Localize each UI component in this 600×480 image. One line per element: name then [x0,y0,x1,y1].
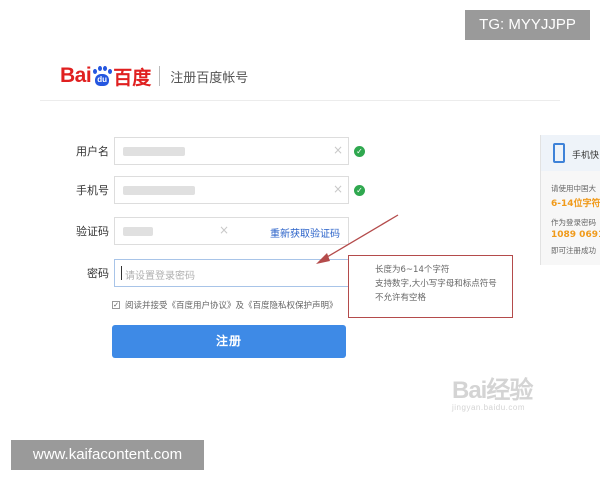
register-button[interactable]: 注册 [112,325,346,358]
watermark-brand: Bai经验 [452,377,533,404]
side-panel-text: 即可注册成功 [551,246,596,255]
side-panel-highlight: 6-14位字符 [551,199,600,209]
side-panel-title: 手机快 [572,151,600,161]
side-panel-text: 请使用中国大 [551,184,596,193]
side-panel-text: 作为登录密码 [551,218,596,227]
tooltip-line: 支持数字,大小写字母和标点符号 [375,279,497,289]
tooltip-line: 不允许有空格 [375,293,427,303]
password-rules-tooltip: 长度为6~14个字符 支持数字,大小写字母和标点符号 不允许有空格 [348,255,513,318]
side-panel-number: 1089 0691 0 [551,230,600,240]
site-url-watermark: www.kaifacontent.com [11,440,204,470]
watermark-url: jingyan.baidu.com [452,403,525,412]
agree-checkbox[interactable]: ✓ [112,301,120,309]
baidu-jingyan-watermark: Bai经验 jingyan.baidu.com [452,370,533,412]
tooltip-line: 长度为6~14个字符 [375,265,450,275]
mobile-phone-icon [553,143,565,163]
agreement-row: ✓ 阅读并接受《百度用户协议》及《百度隐私权保护声明》 [112,299,338,311]
agreement-text[interactable]: 阅读并接受《百度用户协议》及《百度隐私权保护声明》 [125,299,338,311]
sms-register-panel: 手机快 请使用中国大 6-14位字符 作为登录密码 1089 0691 0 即可… [540,135,600,265]
